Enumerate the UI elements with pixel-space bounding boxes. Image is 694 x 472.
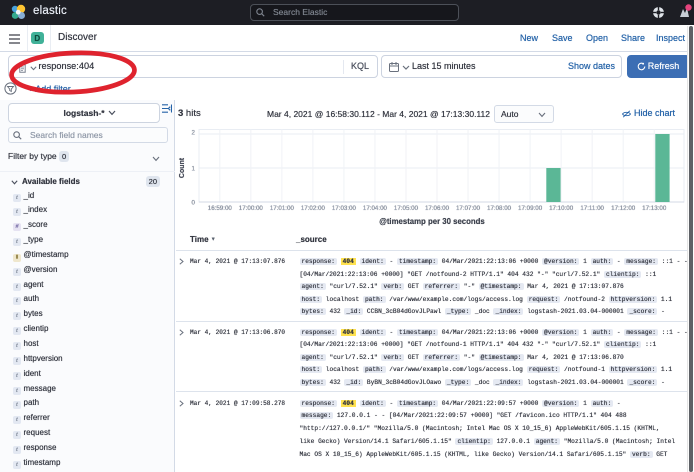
svg-text:@timestamp per 30 seconds: @timestamp per 30 seconds — [379, 217, 485, 226]
svg-text:1: 1 — [192, 166, 196, 173]
svg-text:17:10:00: 17:10:00 — [549, 205, 574, 212]
svg-text:17:02:00: 17:02:00 — [301, 205, 326, 212]
svg-text:17:11:00: 17:11:00 — [580, 205, 604, 212]
svg-text:17:00:00: 17:00:00 — [239, 205, 264, 212]
svg-text:17:07:00: 17:07:00 — [456, 205, 481, 212]
svg-text:17:13:00: 17:13:00 — [642, 205, 667, 212]
svg-text:17:01:00: 17:01:00 — [270, 205, 295, 212]
svg-text:0: 0 — [192, 200, 196, 207]
svg-text:17:03:00: 17:03:00 — [332, 205, 357, 212]
svg-text:17:12:00: 17:12:00 — [611, 205, 636, 212]
svg-text:16:59:00: 16:59:00 — [208, 205, 233, 212]
svg-text:17:04:00: 17:04:00 — [363, 205, 388, 212]
svg-text:17:06:00: 17:06:00 — [425, 205, 450, 212]
svg-text:17:05:00: 17:05:00 — [394, 205, 419, 212]
svg-text:17:08:00: 17:08:00 — [487, 205, 512, 212]
svg-text:Count: Count — [179, 157, 186, 178]
svg-text:17:09:00: 17:09:00 — [518, 205, 543, 212]
svg-text:2: 2 — [192, 130, 196, 137]
